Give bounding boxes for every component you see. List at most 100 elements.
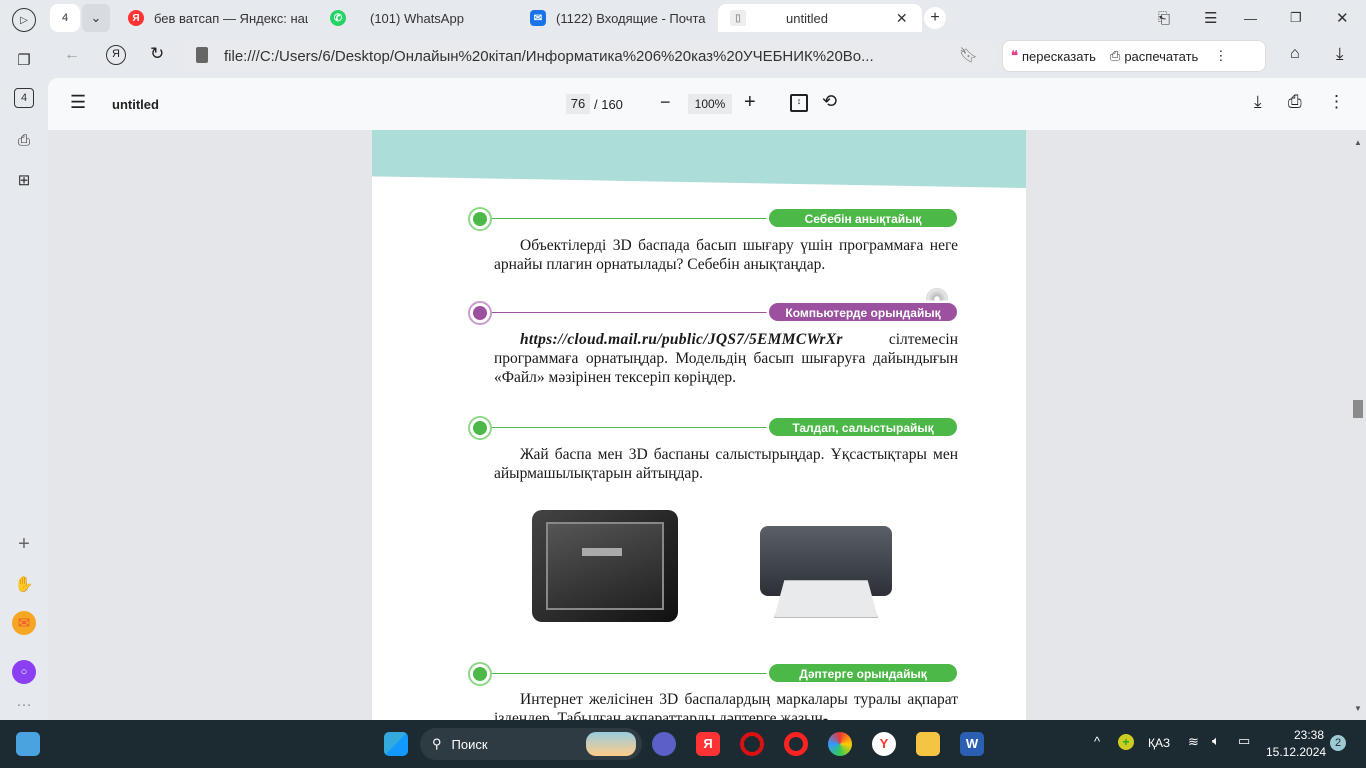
print-icon[interactable]: ⎙ xyxy=(1288,92,1302,112)
language-indicator[interactable]: ҚАЗ xyxy=(1148,736,1170,750)
section-label: Компьютерде орындайық xyxy=(768,302,958,322)
close-window-icon[interactable]: ✕ xyxy=(1336,4,1349,32)
section-text: Интернет желісінен 3D баспалардың маркал… xyxy=(494,691,958,720)
pdf-viewer: ☰ untitled 76 / 160 − 100% + ↕ ⟲ ⤓ ⎙ ⋮ С… xyxy=(48,78,1366,720)
search-highlight-image xyxy=(586,732,636,756)
divider xyxy=(492,427,778,428)
more-icon[interactable]: ⋮ xyxy=(1214,48,1227,64)
rotate-icon[interactable]: ⟲ xyxy=(822,91,837,112)
tab-whatsapp[interactable]: ✆ (101) WhatsApp xyxy=(330,4,510,32)
print-button[interactable]: распечатать xyxy=(1124,49,1198,64)
file-icon: ▯ xyxy=(730,10,746,26)
address-bar: ← Я ↻ file:///C:/Users/6/Desktop/Онлайын… xyxy=(48,38,1366,74)
alice-icon[interactable]: ○ xyxy=(12,660,36,684)
close-tab-icon[interactable]: ✕ xyxy=(896,10,908,27)
tab-yandex[interactable]: Ябев ватсап — Яндекс: наш xyxy=(128,4,308,32)
page-total: / 160 xyxy=(594,97,623,112)
collections-icon[interactable]: ❐ xyxy=(12,48,36,72)
screenshot-icon[interactable]: ⎙ xyxy=(12,128,36,152)
volume-icon[interactable]: 🔈︎ xyxy=(1212,733,1220,749)
clock-date[interactable]: 15.12.2024 xyxy=(1266,745,1326,759)
word-icon[interactable]: W xyxy=(960,732,984,756)
section-text: https://cloud.mail.ru/public/JQS7/5EMMCW… xyxy=(494,330,958,387)
url-field[interactable]: file:///C:/Users/6/Desktop/Онлайын%20кіт… xyxy=(186,40,996,72)
mail-app-icon[interactable]: ✉ xyxy=(12,611,36,635)
opera-icon[interactable] xyxy=(740,732,764,756)
minimize-icon[interactable]: — xyxy=(1244,4,1257,32)
3d-printer-image xyxy=(522,498,678,626)
page-number-input[interactable]: 76 xyxy=(566,94,590,114)
wifi-icon[interactable]: ≋ xyxy=(1188,734,1199,750)
bookmarks-icon[interactable]: ⎗ xyxy=(1158,4,1170,32)
tray-chevron-icon[interactable]: ^ xyxy=(1094,734,1100,749)
opera-gx-icon[interactable] xyxy=(784,732,808,756)
clock-time[interactable]: 23:38 xyxy=(1266,728,1324,742)
zoom-out-icon[interactable]: − xyxy=(660,92,671,113)
teams-icon[interactable] xyxy=(652,732,676,756)
page-header-band xyxy=(372,130,1026,188)
zoom-in-icon[interactable]: + xyxy=(744,91,756,114)
section-label: Талдап, салыстырайық xyxy=(768,417,958,437)
search-icon: ⚲ xyxy=(432,736,442,751)
more-options-icon[interactable]: ⋮ xyxy=(1328,92,1345,112)
play-icon[interactable]: ▷ xyxy=(12,8,36,32)
yandex-home-icon[interactable]: Я xyxy=(106,45,126,65)
yandex-icon: Я xyxy=(128,10,144,26)
page-actions: ❝ пересказать ⎙ распечатать ⋮ xyxy=(1002,40,1266,72)
download-icon[interactable]: ⤓ xyxy=(1254,92,1262,112)
section-header-computer: Компьютерде орындайық xyxy=(468,288,958,325)
scrollbar-thumb[interactable] xyxy=(1353,400,1363,418)
taskbar: ⚲ Поиск Я Y W ^ + ҚАЗ ≋ 🔈︎ ▭ 23:38 15.12.… xyxy=(0,720,1366,768)
tab-bar: 4 ⌄ Ябев ватсап — Яндекс: наш ✆ (101) Wha… xyxy=(48,0,1366,36)
file-icon xyxy=(196,47,208,63)
search-box[interactable]: ⚲ Поиск xyxy=(420,728,642,760)
section-text: Объектілерді 3D баспада басып шығару үші… xyxy=(494,237,958,273)
battery-icon[interactable]: ▭ xyxy=(1238,733,1250,749)
fit-page-icon[interactable]: ↕ xyxy=(790,94,808,112)
add-icon[interactable]: + xyxy=(12,532,36,556)
notification-badge[interactable]: 2 xyxy=(1330,735,1346,751)
yandex-app-icon[interactable]: ✋ xyxy=(12,572,36,596)
tab-group-count[interactable]: 4 xyxy=(50,4,80,32)
new-tab-icon[interactable]: + xyxy=(924,7,946,29)
pdf-toolbar: ☰ untitled 76 / 160 − 100% + ↕ ⟲ ⤓ ⎙ ⋮ xyxy=(48,78,1366,130)
extensions-icon[interactable]: ⌂ xyxy=(1290,45,1300,63)
yandex-browser-icon[interactable]: Y xyxy=(872,732,896,756)
back-icon[interactable]: ← xyxy=(64,46,80,64)
zoom-level[interactable]: 100% xyxy=(688,94,732,114)
chrome-icon[interactable] xyxy=(828,732,852,756)
more-icon[interactable]: ··· xyxy=(12,692,36,716)
bullet-icon xyxy=(468,207,492,231)
downloads-icon[interactable]: ⤓ xyxy=(1336,44,1344,64)
tab-untitled[interactable]: ▯ untitled ✕ xyxy=(718,4,922,32)
bullet-icon xyxy=(468,301,492,325)
widgets-icon[interactable] xyxy=(16,732,40,756)
section-label: Себебін анықтайық xyxy=(768,208,958,228)
section-header-reason: Себебін анықтайық xyxy=(468,206,958,231)
antivirus-icon[interactable]: + xyxy=(1118,734,1134,750)
bullet-icon xyxy=(468,416,492,440)
scrollbar[interactable]: ▲ ▼ xyxy=(1350,130,1366,720)
menu-icon[interactable]: ☰ xyxy=(1204,4,1217,32)
section-header-notebook: Дәптерге орындайық xyxy=(468,661,958,686)
menu-icon[interactable]: ☰ xyxy=(70,92,86,113)
divider xyxy=(492,673,778,674)
apps-grid-icon[interactable]: ⊞ xyxy=(12,168,36,192)
tab-list-chevron-icon[interactable]: ⌄ xyxy=(82,4,110,32)
yandex-icon[interactable]: Я xyxy=(696,732,720,756)
tab-mail[interactable]: ✉ (1122) Входящие - Почта xyxy=(530,4,706,32)
bullet-icon xyxy=(468,662,492,686)
cloud-link[interactable]: https://cloud.mail.ru/public/JQS7/5EMMCW… xyxy=(520,331,843,348)
tabs-count-icon[interactable]: 4 xyxy=(14,88,34,108)
section-header-compare: Талдап, салыстырайық xyxy=(468,415,958,440)
reload-icon[interactable]: ↻ xyxy=(150,44,164,64)
section-text: Жай баспа мен 3D баспаны салыстырыңдар. … xyxy=(494,446,958,482)
restore-icon[interactable]: ❐ xyxy=(1290,4,1302,32)
start-icon[interactable] xyxy=(384,732,408,756)
file-explorer-icon[interactable] xyxy=(916,732,940,756)
retell-button[interactable]: пересказать xyxy=(1022,49,1096,64)
mail-icon: ✉ xyxy=(530,10,546,26)
browser-sidebar: ▷ ❐ 4 ⎙ ⊞ + ✋ ✉ ○ ··· xyxy=(0,0,48,720)
pdf-title: untitled xyxy=(112,97,159,112)
bookmark-icon[interactable]: 🔖︎ xyxy=(959,46,978,64)
